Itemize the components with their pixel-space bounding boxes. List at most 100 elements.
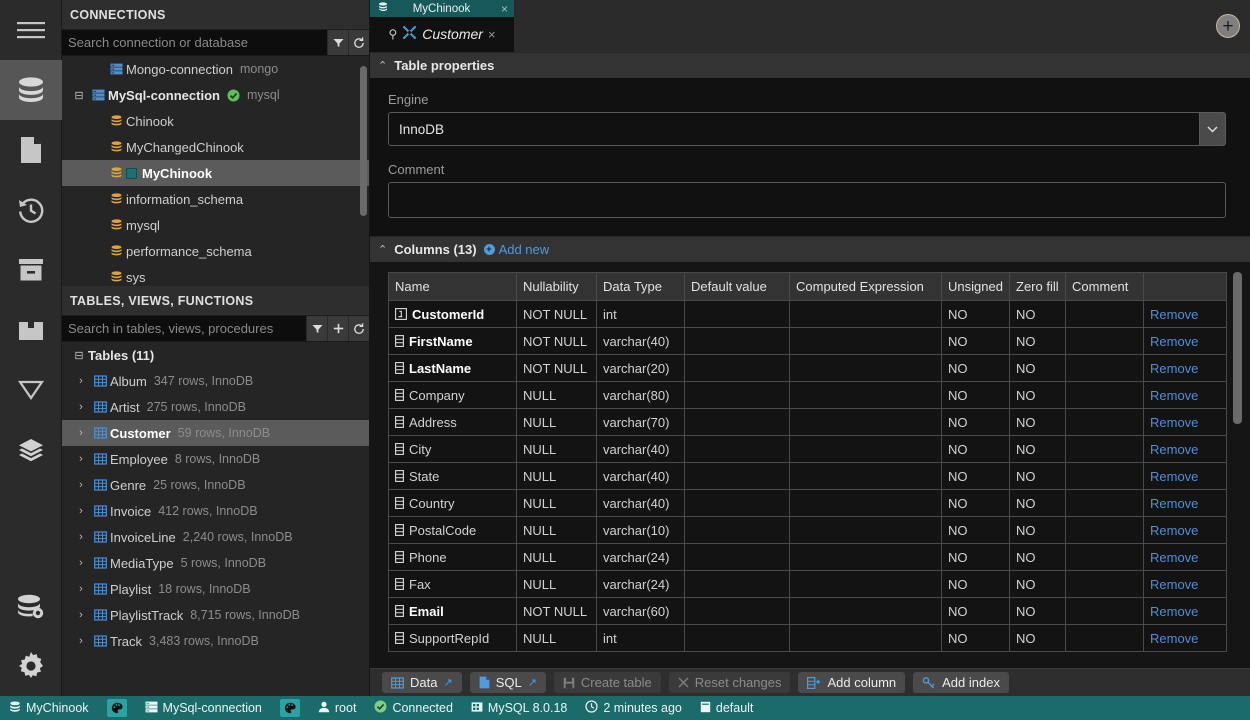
zero-fill-cell[interactable]: NO: [1009, 516, 1066, 544]
column-header-zero-fill[interactable]: Zero fill: [1009, 272, 1066, 301]
zero-fill-cell[interactable]: NO: [1009, 543, 1066, 571]
nullability-cell[interactable]: NULL: [516, 462, 597, 490]
data-type-cell[interactable]: varchar(40): [596, 435, 685, 463]
default-value-cell[interactable]: [684, 435, 790, 463]
computed-expression-cell[interactable]: [789, 408, 942, 436]
connection-node-mysql[interactable]: mysql: [62, 212, 369, 238]
database-icon[interactable]: [0, 60, 62, 120]
nullability-cell[interactable]: NULL: [516, 543, 597, 571]
chevron-right-icon[interactable]: ›: [72, 557, 90, 569]
unsigned-cell[interactable]: NO: [941, 489, 1010, 517]
gear-icon[interactable]: [0, 636, 62, 696]
column-name-cell[interactable]: Country: [388, 489, 517, 517]
nullability-cell[interactable]: NULL: [516, 435, 597, 463]
unsigned-cell[interactable]: NO: [941, 381, 1010, 409]
status-user[interactable]: root: [309, 696, 366, 720]
column-header-nullability[interactable]: Nullability: [516, 272, 597, 301]
unsigned-cell[interactable]: NO: [941, 624, 1010, 652]
tab-database-mychinook[interactable]: MyChinook ×: [370, 0, 514, 17]
comment-cell[interactable]: [1065, 381, 1144, 409]
chevron-right-icon[interactable]: ›: [72, 531, 90, 543]
comment-cell[interactable]: [1065, 543, 1144, 571]
chevron-right-icon[interactable]: ›: [72, 505, 90, 517]
column-header-data-type[interactable]: Data Type: [596, 272, 685, 301]
connections-scrollbar[interactable]: [360, 66, 367, 216]
default-value-cell[interactable]: [684, 408, 790, 436]
computed-expression-cell[interactable]: [789, 570, 942, 598]
nullability-cell[interactable]: NULL: [516, 624, 597, 652]
chevron-up-icon[interactable]: ⌃: [378, 243, 387, 256]
zero-fill-cell[interactable]: NO: [1009, 435, 1066, 463]
refresh-icon[interactable]: [348, 316, 369, 341]
default-value-cell[interactable]: [684, 327, 790, 355]
computed-expression-cell[interactable]: [789, 381, 942, 409]
add-tab-button[interactable]: +: [1216, 14, 1240, 38]
status-connection[interactable]: MySql-connection: [136, 696, 271, 720]
objects-tree[interactable]: ⊟ Tables (11) › Album 347 rows, InnoDB › Art…: [62, 342, 369, 696]
data-type-cell[interactable]: varchar(24): [596, 543, 685, 571]
table-node-artist[interactable]: › Artist 275 rows, InnoDB: [62, 394, 369, 420]
table-row[interactable]: SupportRepId NULL int NO NO Remove: [388, 624, 1227, 652]
nullability-cell[interactable]: NULL: [516, 381, 597, 409]
folder-icon[interactable]: [0, 300, 62, 360]
computed-expression-cell[interactable]: [789, 435, 942, 463]
computed-expression-cell[interactable]: [789, 462, 942, 490]
column-name-cell[interactable]: State: [388, 462, 517, 490]
comment-cell[interactable]: [1065, 462, 1144, 490]
unsigned-cell[interactable]: NO: [941, 327, 1010, 355]
add-index-button[interactable]: Add index: [913, 672, 1009, 693]
table-row[interactable]: Country NULL varchar(40) NO NO Remove: [388, 489, 1227, 517]
comment-cell[interactable]: [1065, 408, 1144, 436]
default-value-cell[interactable]: [684, 300, 790, 328]
unsigned-cell[interactable]: NO: [941, 408, 1010, 436]
table-node-playlisttrack[interactable]: › PlaylistTrack 8,715 rows, InnoDB: [62, 602, 369, 628]
collapse-icon[interactable]: ⊟: [70, 349, 88, 362]
unsigned-cell[interactable]: NO: [941, 597, 1010, 625]
data-type-cell[interactable]: varchar(10): [596, 516, 685, 544]
computed-expression-cell[interactable]: [789, 327, 942, 355]
column-name-cell[interactable]: FirstName: [388, 327, 517, 355]
data-type-cell[interactable]: varchar(24): [596, 570, 685, 598]
data-type-cell[interactable]: varchar(70): [596, 408, 685, 436]
search-input[interactable]: [62, 316, 306, 341]
computed-expression-cell[interactable]: [789, 516, 942, 544]
unsigned-cell[interactable]: NO: [941, 435, 1010, 463]
column-name-cell[interactable]: LastName: [388, 354, 517, 382]
menu-icon[interactable]: [0, 0, 62, 60]
remove-column-link[interactable]: Remove: [1150, 523, 1198, 538]
default-value-cell[interactable]: [684, 354, 790, 382]
comment-cell[interactable]: [1065, 354, 1144, 382]
table-node-invoiceline[interactable]: › InvoiceLine 2,240 rows, InnoDB: [62, 524, 369, 550]
nullability-cell[interactable]: NOT NULL: [516, 354, 597, 382]
table-row[interactable]: Company NULL varchar(80) NO NO Remove: [388, 381, 1227, 409]
data-type-cell[interactable]: int: [596, 300, 685, 328]
remove-column-link[interactable]: Remove: [1150, 631, 1198, 646]
table-node-mediatype[interactable]: › MediaType 5 rows, InnoDB: [62, 550, 369, 576]
zero-fill-cell[interactable]: NO: [1009, 570, 1066, 598]
unsigned-cell[interactable]: NO: [941, 462, 1010, 490]
remove-column-link[interactable]: Remove: [1150, 469, 1198, 484]
column-header-default-value[interactable]: Default value: [684, 272, 790, 301]
connection-node-mychinook[interactable]: MyChinook: [62, 160, 369, 186]
data-type-cell[interactable]: int: [596, 624, 685, 652]
remove-column-link[interactable]: Remove: [1150, 496, 1198, 511]
column-name-cell[interactable]: SupportRepId: [388, 624, 517, 652]
nullability-cell[interactable]: NULL: [516, 408, 597, 436]
table-row[interactable]: Phone NULL varchar(24) NO NO Remove: [388, 543, 1227, 571]
table-node-album[interactable]: › Album 347 rows, InnoDB: [62, 368, 369, 394]
column-name-cell[interactable]: Company: [388, 381, 517, 409]
data-type-cell[interactable]: varchar(40): [596, 462, 685, 490]
filter-icon[interactable]: [0, 360, 62, 420]
remove-column-link[interactable]: Remove: [1150, 442, 1198, 457]
nullability-cell[interactable]: NOT NULL: [516, 300, 597, 328]
file-icon[interactable]: [0, 120, 62, 180]
status-connection-theme[interactable]: [271, 696, 309, 720]
remove-column-link[interactable]: Remove: [1150, 577, 1198, 592]
table-row[interactable]: PostalCode NULL varchar(10) NO NO Remove: [388, 516, 1227, 544]
tables-group-header[interactable]: ⊟ Tables (11): [62, 342, 369, 368]
zero-fill-cell[interactable]: NO: [1009, 624, 1066, 652]
default-value-cell[interactable]: [684, 516, 790, 544]
computed-expression-cell[interactable]: [789, 489, 942, 517]
unsigned-cell[interactable]: NO: [941, 354, 1010, 382]
filter-icon[interactable]: [306, 316, 327, 341]
